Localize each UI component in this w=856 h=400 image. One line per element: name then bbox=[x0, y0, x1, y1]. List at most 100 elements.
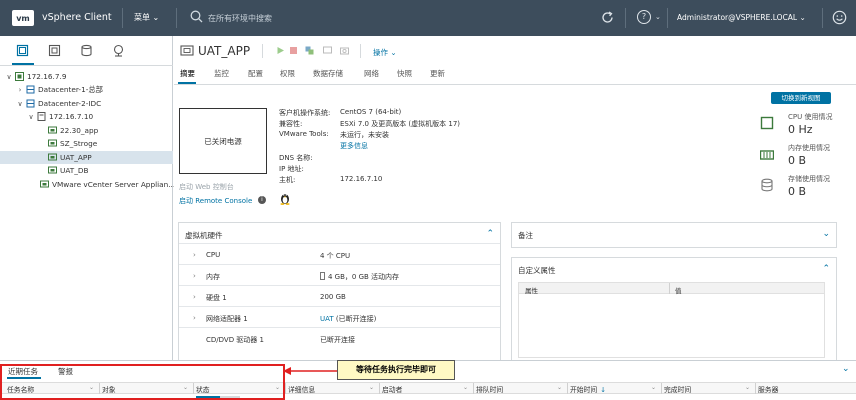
migrate-icon[interactable] bbox=[305, 46, 314, 55]
tab-updates[interactable]: 更新 bbox=[430, 68, 445, 79]
chevron-right-icon[interactable]: › bbox=[193, 251, 196, 259]
hardware-name: 硬盘 1 bbox=[206, 294, 227, 302]
main-content: UAT_APP 操作 ⌄ 摘要 监控 配置 权限 数据存储 网络 快照 更新 切… bbox=[174, 36, 856, 362]
console-icon[interactable] bbox=[323, 46, 332, 55]
hosts-clusters-icon[interactable] bbox=[16, 44, 29, 57]
column-header-label: 完成时间 bbox=[664, 386, 692, 394]
chevron-down-icon[interactable]: ∨ bbox=[27, 113, 35, 121]
tree-item[interactable]: 22.30_app bbox=[0, 124, 173, 137]
tree-item[interactable]: ∨ 172.16.7.9 bbox=[0, 70, 173, 83]
snapshot-icon[interactable] bbox=[340, 46, 349, 55]
memory-usage-label: 内存使用情况 bbox=[788, 144, 830, 152]
tree-item[interactable]: SZ_Stroge bbox=[0, 137, 173, 150]
chevron-down-icon: ⌄ bbox=[152, 13, 160, 22]
datacenter-icon bbox=[26, 85, 35, 94]
tree-item-label: Datacenter-2-IDC bbox=[38, 99, 102, 108]
column-header-label: 启动者 bbox=[382, 386, 403, 394]
tab-summary[interactable]: 摘要 bbox=[180, 68, 195, 79]
notes-panel: 备注 ⌄ bbox=[511, 222, 837, 248]
hardware-name: 网络适配器 1 bbox=[206, 315, 248, 323]
host-label: 主机: bbox=[279, 176, 296, 184]
tree-item[interactable]: › Datacenter-1-总部 bbox=[0, 83, 173, 96]
chevron-right-icon[interactable]: › bbox=[193, 293, 196, 301]
chevron-up-icon[interactable]: ⌃ bbox=[486, 229, 494, 239]
annotation-arrow-icon bbox=[283, 367, 337, 375]
network-link[interactable]: UAT bbox=[320, 315, 334, 323]
hardware-row[interactable]: › 网络适配器 1 UAT (已断开连接) bbox=[179, 306, 500, 327]
actions-menu-button[interactable]: 操作 ⌄ bbox=[373, 47, 397, 58]
tab-datastores[interactable]: 数据存储 bbox=[313, 68, 343, 79]
tab-configure[interactable]: 配置 bbox=[248, 68, 263, 79]
tab-snapshots[interactable]: 快照 bbox=[397, 68, 412, 79]
column-header-label: 服务器 bbox=[758, 386, 779, 394]
sort-descending-icon[interactable]: ↓ bbox=[600, 386, 606, 394]
column-header-label: 开始时间 bbox=[570, 386, 598, 394]
chevron-right-icon[interactable]: › bbox=[193, 314, 196, 322]
column-filter-icon[interactable]: ⌄ bbox=[557, 384, 562, 391]
hardware-row[interactable]: › 硬盘 1 200 GB bbox=[179, 285, 500, 306]
tab-permissions[interactable]: 权限 bbox=[280, 68, 295, 79]
storage-icon[interactable] bbox=[80, 44, 93, 57]
column-filter-icon[interactable]: ⌄ bbox=[369, 384, 374, 391]
vm-console-thumbnail[interactable]: 已关闭电源 bbox=[179, 108, 267, 174]
expand-pane-icon[interactable]: ⌄ bbox=[842, 364, 850, 374]
help-icon[interactable]: ? bbox=[637, 10, 651, 24]
column-filter-icon[interactable]: ⌄ bbox=[651, 384, 656, 391]
tree-item[interactable]: UAT_DB bbox=[0, 164, 173, 177]
more-info-link[interactable]: 更多信息 bbox=[340, 141, 368, 151]
chevron-down-icon[interactable]: ∨ bbox=[5, 73, 13, 81]
refresh-icon[interactable] bbox=[600, 10, 615, 25]
tree-item-label: UAT_DB bbox=[60, 166, 89, 175]
column-header[interactable]: 服务器 bbox=[758, 384, 778, 394]
chevron-up-icon[interactable]: ⌃ bbox=[822, 264, 830, 274]
hardware-row[interactable]: › CPU 4 个 CPU bbox=[179, 243, 500, 264]
chevron-right-icon[interactable]: › bbox=[193, 272, 196, 280]
cpu-usage-value: 0 Hz bbox=[788, 123, 813, 136]
switch-to-new-view-button[interactable]: 切换到新视图 bbox=[771, 92, 831, 104]
column-filter-icon[interactable]: ⌄ bbox=[745, 384, 750, 391]
column-divider bbox=[379, 383, 380, 394]
user-menu[interactable]: Administrator@VSPHERE.LOCAL ⌄ bbox=[677, 13, 806, 22]
memory-icon bbox=[760, 150, 774, 160]
active-view-indicator bbox=[12, 63, 34, 65]
tree-item[interactable]: VMware vCenter Server Applian... bbox=[0, 178, 176, 191]
tree-item-label: VMware vCenter Server Applian... bbox=[52, 180, 176, 189]
column-header-label: 详细信息 bbox=[288, 386, 316, 394]
chevron-down-icon[interactable]: ∨ bbox=[16, 100, 24, 108]
vm-icon bbox=[180, 45, 194, 56]
hardware-row[interactable]: › 内存 4 GB，0 GB 活动内存 bbox=[179, 264, 500, 285]
search-icon[interactable] bbox=[190, 10, 203, 23]
tree-item[interactable]: ∨ Datacenter-2-IDC bbox=[0, 97, 173, 110]
launch-remote-console-link[interactable]: 启动 Remote Console bbox=[179, 196, 252, 206]
power-off-icon[interactable] bbox=[289, 46, 298, 55]
menu-button[interactable]: 菜单 ⌄ bbox=[134, 12, 159, 23]
column-header[interactable]: 完成时间 bbox=[664, 384, 691, 394]
tree-item[interactable]: UAT_APP bbox=[0, 151, 173, 164]
column-divider bbox=[567, 383, 568, 394]
custom-attributes-panel: 自定义属性 ⌃ 属性 值 bbox=[511, 257, 837, 362]
search-input[interactable]: 在所有环境中搜索 bbox=[208, 13, 272, 24]
column-header[interactable]: 开始时间 ↓ bbox=[570, 384, 606, 394]
chevron-down-icon[interactable]: ⌄ bbox=[822, 229, 830, 239]
tabs-divider bbox=[174, 84, 856, 85]
networking-icon[interactable] bbox=[112, 44, 125, 57]
guest-os-value: CentOS 7 (64-bit) bbox=[340, 108, 402, 116]
column-filter-icon[interactable]: ⌄ bbox=[463, 384, 468, 391]
power-on-icon[interactable] bbox=[276, 46, 285, 55]
chevron-right-icon[interactable]: › bbox=[16, 86, 24, 94]
vmware-logo: vm bbox=[12, 10, 34, 26]
info-icon[interactable]: i bbox=[258, 196, 266, 204]
cpu-usage-label: CPU 使用情况 bbox=[788, 113, 833, 121]
tree-item[interactable]: ∨ 172.16.7.10 bbox=[0, 110, 173, 123]
column-header[interactable]: 排队时间 bbox=[476, 384, 503, 394]
column-header[interactable]: 详细信息 bbox=[288, 384, 315, 394]
column-header[interactable]: 启动者 bbox=[382, 384, 402, 394]
host-icon bbox=[37, 112, 46, 121]
tab-networks[interactable]: 网络 bbox=[364, 68, 379, 79]
chevron-down-icon[interactable]: ⌄ bbox=[655, 13, 661, 21]
launch-web-console-link[interactable]: 启动 Web 控制台 bbox=[179, 182, 234, 192]
column-divider bbox=[285, 383, 286, 394]
tab-monitor[interactable]: 监控 bbox=[214, 68, 229, 79]
feedback-smiley-icon[interactable] bbox=[832, 10, 847, 25]
vms-templates-icon[interactable] bbox=[48, 44, 61, 57]
